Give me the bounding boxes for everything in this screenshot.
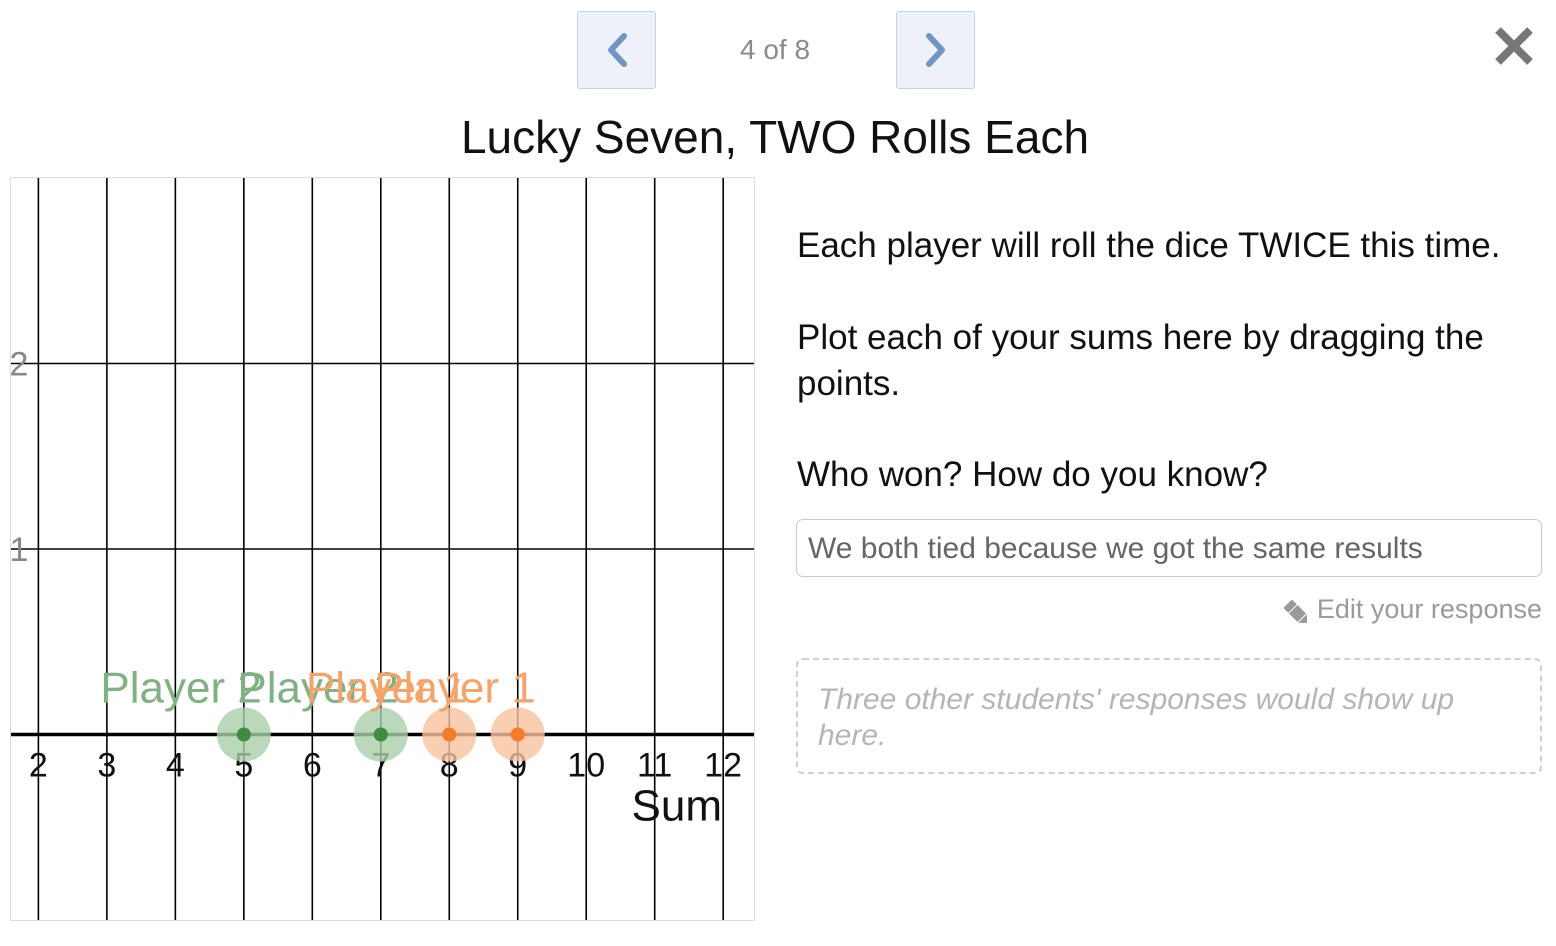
edit-response-link[interactable]: Edit your response <box>1281 594 1542 625</box>
page-indicator: 4 of 8 <box>739 34 811 65</box>
edit-response-label: Edit your response <box>1316 594 1542 624</box>
data-point[interactable] <box>442 727 457 742</box>
close-button[interactable] <box>1488 22 1540 70</box>
x-tick-label-2: 2 <box>29 747 48 785</box>
x-axis-label: Sum <box>632 782 722 831</box>
y-tick-label-1: 1 <box>11 531 28 569</box>
x-tick-label-6: 6 <box>303 747 322 785</box>
x-tick-label-3: 3 <box>97 747 116 785</box>
x-tick-label-4: 4 <box>166 747 185 785</box>
x-tick-label-12: 12 <box>704 747 742 785</box>
other-responses-placeholder: Three other students' responses would sh… <box>796 658 1542 774</box>
instruction-text-2: Plot each of your sums here by dragging … <box>797 318 1484 403</box>
chevron-right-icon <box>925 33 945 67</box>
dot-plot-graph[interactable]: 122 3 4 5 6 7 8 9 10 11 12SumPlayer 2Player 2Playe… <box>11 178 754 920</box>
y-tick-label-2: 2 <box>11 346 28 384</box>
x-tick-label-10: 10 <box>567 747 605 785</box>
page-title: Lucky Seven, TWO Rolls Each <box>460 111 1090 163</box>
data-point[interactable] <box>236 727 251 742</box>
data-point[interactable] <box>373 727 388 742</box>
chevron-left-icon <box>607 33 627 67</box>
next-button[interactable] <box>896 11 975 89</box>
x-tick-label-11: 11 <box>637 747 672 785</box>
previous-button[interactable] <box>577 11 656 89</box>
question-text: Who won? How do you know? <box>797 455 1268 494</box>
graph-panel: 1 2 2 3 4 5 6 7 8 9 10 11 12 Sum Player 2 Player 2 Playe… <box>10 177 755 921</box>
pencil-icon <box>1283 599 1307 623</box>
data-point-label: Player 1 <box>374 664 535 713</box>
close-icon <box>1495 27 1533 65</box>
data-point[interactable] <box>510 727 525 742</box>
response-field[interactable]: We both tied because we got the same res… <box>796 519 1542 577</box>
instruction-text-1: Each player will roll the dice TWICE thi… <box>797 226 1501 265</box>
